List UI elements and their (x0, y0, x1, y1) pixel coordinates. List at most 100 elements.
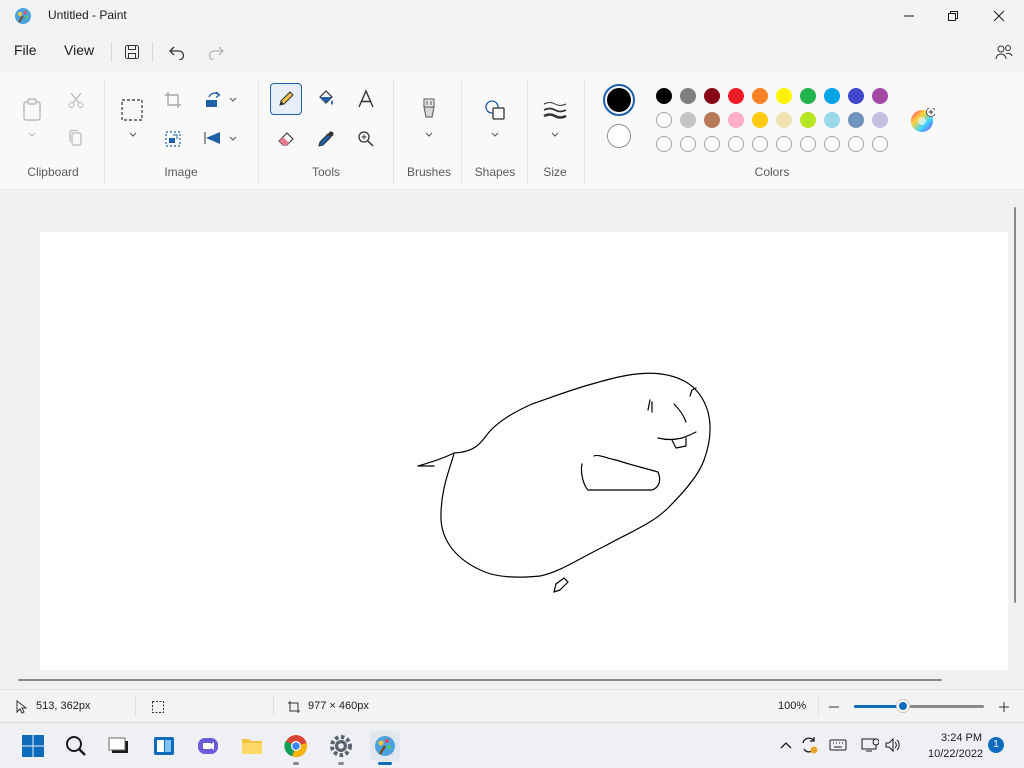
brush-icon (423, 98, 435, 118)
widgets-button[interactable] (149, 731, 179, 761)
palette-swatch[interactable] (656, 88, 672, 104)
brushes-dropdown-chevron[interactable] (424, 130, 434, 140)
palette-swatch[interactable] (776, 112, 792, 128)
flip-dropdown-chevron[interactable] (228, 134, 238, 144)
palette-swatch[interactable] (728, 112, 744, 128)
custom-color-slot[interactable] (776, 136, 792, 152)
chrome-button[interactable] (281, 731, 311, 765)
update-tray-button[interactable] (799, 735, 819, 755)
palette-swatch[interactable] (848, 88, 864, 104)
shapes-button[interactable] (479, 94, 511, 126)
brow-stroke (673, 403, 687, 423)
view-menu[interactable]: View (62, 42, 96, 58)
size-button[interactable] (539, 94, 571, 126)
custom-color-slot[interactable] (704, 136, 720, 152)
palette-swatch[interactable] (776, 88, 792, 104)
palette-swatch[interactable] (680, 112, 696, 128)
drawing-canvas[interactable] (40, 232, 1008, 670)
palette-swatch[interactable] (704, 88, 720, 104)
cut-button[interactable] (60, 84, 92, 116)
magnifier-tool-button[interactable] (350, 123, 382, 155)
eraser-tool-button[interactable] (270, 123, 302, 155)
copy-button[interactable] (60, 122, 92, 154)
custom-color-slot[interactable] (800, 136, 816, 152)
text-tool-button[interactable] (350, 83, 382, 115)
vertical-scrollbar[interactable] (1014, 207, 1016, 603)
palette-swatch[interactable] (824, 112, 840, 128)
teams-chat-button[interactable] (193, 731, 223, 761)
keyboard-input-button[interactable] (828, 735, 848, 755)
custom-color-slot[interactable] (872, 136, 888, 152)
paint-app-icon (375, 736, 395, 756)
taskbar-clock[interactable]: 3:24 PM 10/22/2022 (928, 730, 983, 762)
zoom-out-button[interactable] (826, 699, 842, 715)
palette-swatch[interactable] (728, 88, 744, 104)
custom-color-slot[interactable] (848, 136, 864, 152)
people-icon (995, 45, 1013, 60)
edit-colors-button[interactable] (909, 107, 936, 134)
volume-button[interactable] (883, 735, 903, 755)
custom-color-slot[interactable] (656, 136, 672, 152)
zoom-slider-track[interactable] (854, 705, 984, 708)
custom-color-slot[interactable] (728, 136, 744, 152)
start-button[interactable] (18, 731, 48, 761)
file-explorer-button[interactable] (237, 731, 267, 761)
undo-button[interactable] (165, 40, 189, 64)
minimize-button[interactable] (886, 0, 932, 32)
zoom-slider-thumb[interactable] (896, 699, 911, 713)
notification-badge[interactable]: 1 (988, 737, 1004, 753)
zoom-in-button[interactable] (996, 699, 1012, 715)
file-menu[interactable]: File (12, 42, 39, 58)
menu-bar: File View (0, 34, 1024, 70)
flip-button[interactable] (197, 122, 229, 154)
palette-swatch[interactable] (752, 88, 768, 104)
palette-swatch[interactable] (848, 112, 864, 128)
network-button[interactable] (860, 735, 880, 755)
palette-swatch[interactable] (872, 88, 888, 104)
palette-swatch[interactable] (800, 88, 816, 104)
palette-swatch[interactable] (824, 88, 840, 104)
show-hidden-icons-button[interactable] (776, 735, 796, 755)
custom-color-slot[interactable] (680, 136, 696, 152)
resize-button[interactable] (157, 123, 189, 155)
redo-button[interactable] (204, 40, 228, 64)
settings-button[interactable] (326, 731, 356, 765)
maximize-button[interactable] (930, 0, 976, 32)
palette-swatch[interactable] (704, 112, 720, 128)
palette-swatch[interactable] (800, 112, 816, 128)
line-width-icon (543, 102, 567, 119)
shapes-dropdown-chevron[interactable] (490, 130, 500, 140)
paint-taskbar-button[interactable] (370, 731, 400, 765)
save-button[interactable] (120, 40, 144, 64)
task-view-button[interactable] (104, 731, 134, 761)
palette-swatch[interactable] (656, 112, 672, 128)
select-dropdown-chevron[interactable] (128, 130, 138, 140)
brushes-button[interactable] (413, 94, 445, 126)
window-title: Untitled - Paint (48, 8, 127, 22)
paste-button[interactable] (16, 94, 48, 126)
select-button[interactable] (116, 94, 148, 126)
color-wheel-icon (911, 107, 936, 132)
primary-color-button[interactable] (603, 84, 635, 116)
fill-tool-button[interactable] (310, 83, 342, 115)
custom-color-slot[interactable] (752, 136, 768, 152)
account-button[interactable] (992, 40, 1016, 64)
chevron-down-icon (229, 136, 237, 141)
crop-button[interactable] (157, 84, 189, 116)
custom-color-slot[interactable] (824, 136, 840, 152)
color-picker-tool-button[interactable] (310, 123, 342, 155)
palette-swatch[interactable] (872, 112, 888, 128)
search-button[interactable] (61, 731, 91, 761)
secondary-color-button[interactable] (607, 124, 631, 148)
text-icon (358, 89, 374, 108)
palette-swatch[interactable] (752, 112, 768, 128)
close-button[interactable] (976, 0, 1022, 32)
rotate-button[interactable] (197, 84, 229, 116)
palette-swatch[interactable] (680, 88, 696, 104)
rotate-dropdown-chevron[interactable] (228, 95, 238, 105)
size-dropdown-chevron[interactable] (550, 130, 560, 140)
pencil-cursor-stroke (553, 577, 569, 593)
pencil-tool-button[interactable] (270, 83, 302, 115)
paste-dropdown-chevron[interactable] (27, 130, 37, 140)
horizontal-scrollbar[interactable] (18, 679, 942, 681)
